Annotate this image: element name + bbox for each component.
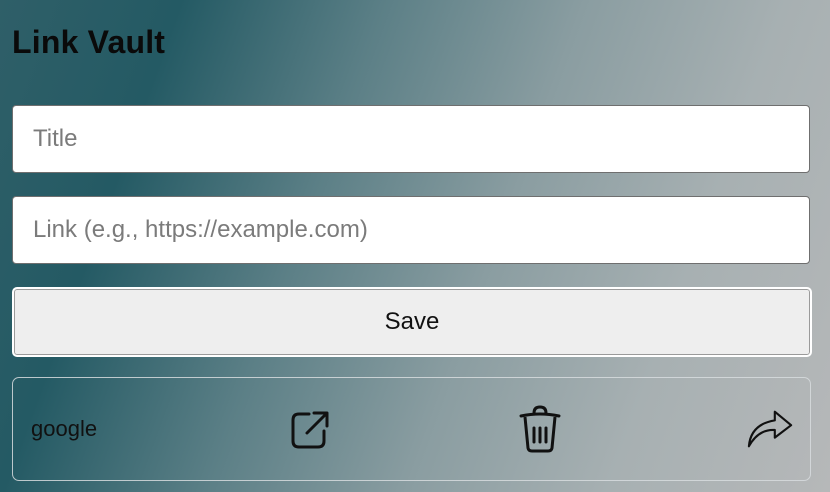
save-button[interactable]: Save xyxy=(12,287,812,357)
open-link-button[interactable] xyxy=(285,404,333,454)
delete-link-button[interactable] xyxy=(516,404,564,454)
share-icon xyxy=(747,410,793,448)
link-input[interactable] xyxy=(12,196,810,264)
share-link-button[interactable] xyxy=(746,404,794,454)
link-item-title: google xyxy=(31,416,98,441)
page-title: Link Vault xyxy=(12,24,166,60)
title-input[interactable] xyxy=(12,105,810,173)
external-link-icon xyxy=(291,411,329,449)
link-item: google xyxy=(12,377,811,481)
trash-icon xyxy=(519,405,561,453)
